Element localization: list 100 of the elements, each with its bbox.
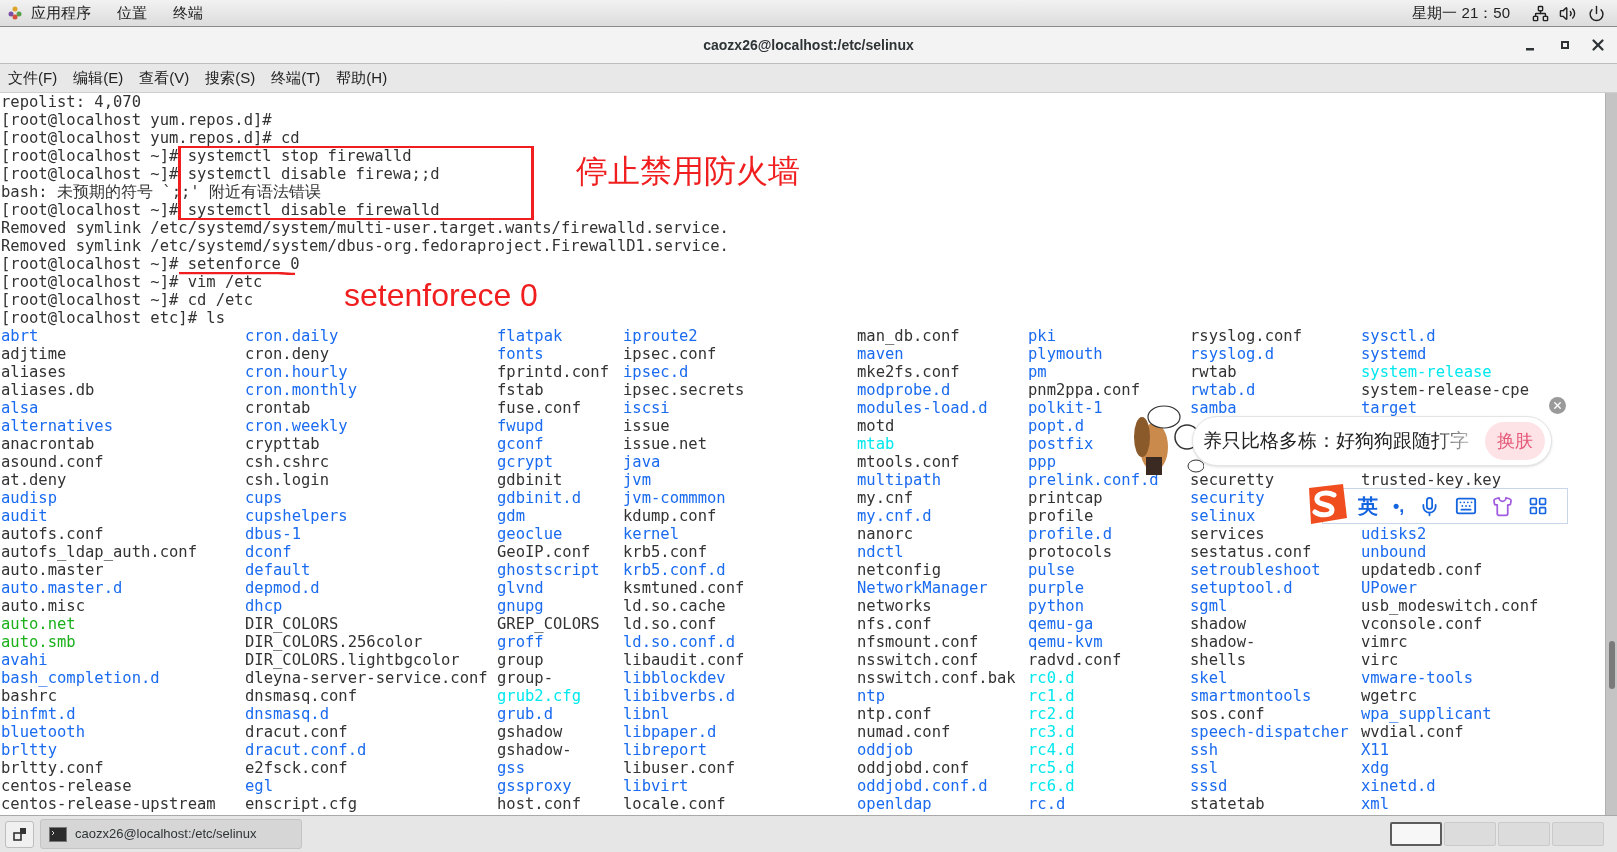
file-name: vmware-tools — [1361, 669, 1473, 687]
file-name: cron.deny — [245, 345, 329, 363]
file-name: rc5.d — [1028, 759, 1075, 777]
file-name: pnm2ppa.conf — [1028, 381, 1140, 399]
volume-icon[interactable] — [1559, 4, 1576, 22]
file-name: udisks2 — [1361, 525, 1427, 543]
file-name: skel — [1190, 669, 1228, 687]
file-name: xml — [1361, 795, 1389, 813]
file-name: gdbinit.d — [497, 489, 581, 507]
close-popup-button[interactable] — [1549, 397, 1566, 414]
top-menu[interactable]: 终端 — [173, 1, 203, 25]
file-name: wgetrc — [1361, 687, 1417, 705]
close-icon — [1552, 400, 1563, 411]
file-name: oddjobd.conf.d — [857, 777, 988, 795]
language-mode[interactable]: 英 — [1358, 491, 1378, 521]
show-desktop-button[interactable] — [5, 820, 34, 848]
file-name: rsyslog.conf — [1190, 327, 1302, 345]
menu-item[interactable]: 编辑(E) — [73, 66, 124, 90]
file-name: rwtab.d — [1190, 381, 1256, 399]
file-name: my.cnf.d — [857, 507, 932, 525]
file-name: rc.d — [1028, 795, 1066, 813]
file-name: system-release — [1361, 363, 1492, 381]
scrollbar[interactable] — [1605, 93, 1617, 815]
annotation-text: setenforece 0 — [344, 277, 538, 313]
punctuation-mode[interactable]: •, — [1393, 492, 1405, 520]
file-name: ipsec.d — [623, 363, 689, 381]
file-name: shadow — [1190, 615, 1246, 633]
terminal-line: [root@localhost ~]# systemctl stop firewalld — [1, 148, 412, 164]
file-name: plymouth — [1028, 345, 1103, 363]
file-name: autofs_ldap_auth.conf — [1, 543, 197, 561]
file-name: auto.master — [1, 561, 104, 579]
file-name: prelink.conf.d — [1028, 471, 1159, 489]
top-menu[interactable]: 位置 — [117, 1, 147, 25]
file-name: NetworkManager — [857, 579, 988, 597]
file-name: pki — [1028, 327, 1056, 345]
file-name: nanorc — [857, 525, 913, 543]
file-name: libpaper.d — [623, 723, 717, 741]
terminal-line: Removed symlink /etc/systemd/system/multi-user.target.wants/firewalld.service. — [1, 220, 729, 236]
terminal-line: Removed symlink /etc/systemd/system/dbus-org.fedoraproject.FirewallD1.service. — [1, 238, 729, 254]
terminal-line: repolist: 4,070 — [1, 94, 141, 110]
file-name: virc — [1361, 651, 1399, 669]
file-name: fwupd — [497, 417, 544, 435]
menu-item[interactable]: 查看(V) — [139, 66, 190, 90]
close-icon[interactable] — [1589, 36, 1607, 54]
shirt-icon[interactable] — [1492, 495, 1514, 517]
file-name: updatedb.conf — [1361, 561, 1483, 579]
file-name: libnl — [623, 705, 670, 723]
file-name: nfsmount.conf — [857, 633, 979, 651]
file-name: ndctl — [857, 543, 904, 561]
file-name: ntp.conf — [857, 705, 932, 723]
file-name: modprobe.d — [857, 381, 951, 399]
file-name: cron.daily — [245, 327, 339, 345]
file-name: modules-load.d — [857, 399, 988, 417]
clock[interactable]: 星期一 21：50 — [1412, 1, 1510, 25]
file-name: gshadow- — [497, 741, 572, 759]
file-name: python — [1028, 597, 1084, 615]
file-name: depmod.d — [245, 579, 320, 597]
file-name: alternatives — [1, 417, 113, 435]
network-icon[interactable] — [1532, 4, 1549, 22]
workspace-button[interactable] — [1390, 822, 1442, 846]
file-name: speech-dispatcher — [1190, 723, 1349, 741]
file-name: shadow- — [1190, 633, 1256, 651]
grid-icon[interactable] — [1528, 496, 1549, 516]
top-menu[interactable]: 应用程序 — [31, 1, 91, 25]
file-name: libaudit.conf — [623, 651, 745, 669]
file-name: dnsmasq.d — [245, 705, 329, 723]
file-name: krb5.conf.d — [623, 561, 726, 579]
file-name: samba — [1190, 399, 1237, 417]
file-name: securetty — [1190, 471, 1274, 489]
annotation-text: 停止禁用防火墙 — [576, 153, 800, 189]
file-name: issue.net — [623, 435, 707, 453]
file-name: dnsmasq.conf — [245, 687, 357, 705]
file-name: cron.weekly — [245, 417, 348, 435]
file-name: X11 — [1361, 741, 1389, 759]
menu-item[interactable]: 文件(F) — [8, 66, 58, 90]
terminal-line: [root@localhost ~]# setenforce 0 — [1, 256, 300, 272]
menu-item[interactable]: 帮助(H) — [336, 66, 388, 90]
file-name: auto.smb — [1, 633, 76, 651]
file-name: gconf — [497, 435, 544, 453]
file-name: radvd.conf — [1028, 651, 1122, 669]
file-name: cupshelpers — [245, 507, 348, 525]
file-name: maven — [857, 345, 904, 363]
file-name: ssl — [1190, 759, 1218, 777]
file-name: bashrc — [1, 687, 57, 705]
taskbar-button[interactable]: caozx26@localhost:/etc/selinux — [40, 819, 302, 849]
menu-item[interactable]: 终端(T) — [271, 66, 321, 90]
file-name: alsa — [1, 399, 39, 417]
keyboard-icon[interactable] — [1455, 495, 1478, 517]
file-name: iproute2 — [623, 327, 698, 345]
file-name: nsswitch.conf.bak — [857, 669, 1016, 687]
file-name: glvnd — [497, 579, 544, 597]
file-name: csh.login — [245, 471, 329, 489]
power-icon[interactable] — [1588, 4, 1605, 22]
menu-item[interactable]: 搜索(S) — [205, 66, 256, 90]
file-name: flatpak — [497, 327, 563, 345]
apps-icon — [8, 6, 22, 20]
file-name: xinetd.d — [1361, 777, 1436, 795]
file-name: crypttab — [245, 435, 320, 453]
file-name: UPower — [1361, 579, 1417, 597]
file-name: cron.monthly — [245, 381, 357, 399]
